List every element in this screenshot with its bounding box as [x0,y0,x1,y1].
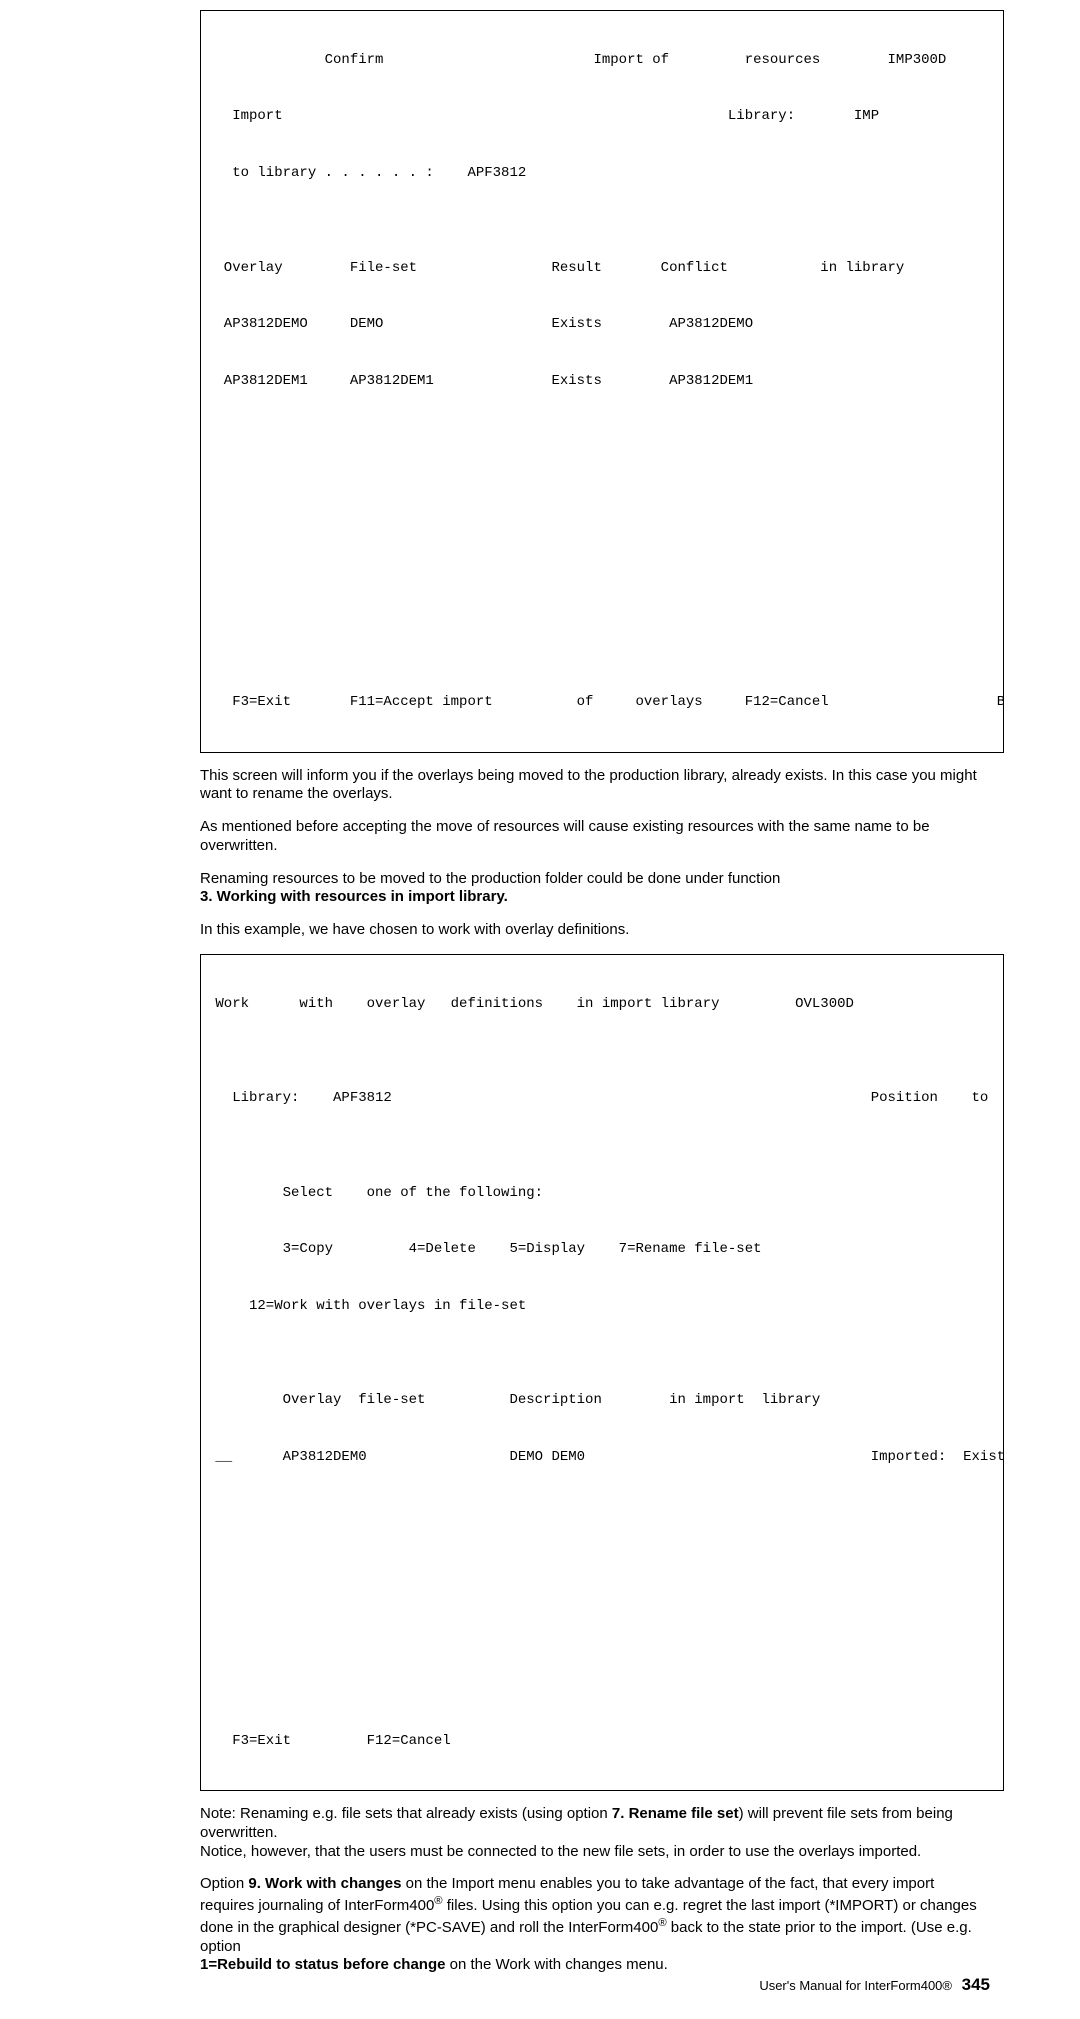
paragraph-notice-connect: Notice, however, that the users must be … [200,1843,990,1862]
terminal-line: to library . . . . . . : APF3812 [207,164,997,183]
paragraph-inform: This screen will inform you if the overl… [200,767,990,805]
terminal-line: AP3812DEMO DEMO Exists AP3812DEMO [207,315,997,334]
reg-mark-icon: ® [434,1895,442,1907]
terminal-line: Overlay File-set Result Conflict in libr… [207,259,997,278]
paragraph-option9: Option 9. Work with changes on the Impor… [200,1875,990,1975]
paragraph-note-rename: Note: Renaming e.g. file sets that alrea… [200,1805,990,1843]
note-text-a: Note: Renaming e.g. file sets that alrea… [200,1805,612,1822]
terminal-line: Work with overlay definitions in import … [207,995,997,1014]
terminal-line: F3=Exit F11=Accept import of overlays F1… [207,693,997,712]
terminal-line: Confirm Import of resources IMP300D [207,51,997,70]
terminal-line: __ AP3812DEM0 DEMO DEM0 Imported: Exists [207,1448,997,1467]
paragraph-rename-function: 3. Working with resources in import libr… [200,888,508,905]
opt9-f: 1=Rebuild to status before change [200,1956,445,1973]
terminal-screen-work-overlay: Work with overlay definitions in import … [200,954,1004,1791]
terminal-line: F3=Exit F12=Cancel [207,1732,997,1751]
footer-text: User's Manual for InterForm400® [759,1978,952,1993]
page-container: { "screen1": { "l1": " Confirm Import of… [0,0,1080,2019]
paragraph-overwrite-warning: As mentioned before accepting the move o… [200,818,990,856]
terminal-line: Import Library: IMP [207,107,997,126]
opt9-b: 9. Work with changes [248,1875,401,1892]
terminal-line: AP3812DEM1 AP3812DEM1 Exists AP3812DEM1 [207,372,997,391]
page-number: 345 [962,1975,990,1994]
note-option-7: 7. Rename file set [612,1805,739,1822]
terminal-line: 3=Copy 4=Delete 5=Display 7=Rename file-… [207,1240,997,1259]
reg-mark-icon: ® [658,1917,666,1929]
paragraph-rename-instruction: Renaming resources to be moved to the pr… [200,870,990,908]
terminal-line: Select one of the following: [207,1184,997,1203]
paragraph-example-intro: In this example, we have chosen to work … [200,921,990,940]
terminal-line: 12=Work with overlays in file-set [207,1297,997,1316]
opt9-g: on the Work with changes menu. [445,1956,667,1973]
terminal-line: Overlay file-set Description in import l… [207,1391,997,1410]
terminal-screen-confirm-import: Confirm Import of resources IMP300D Impo… [200,10,1004,753]
terminal-line: Library: APF3812 Position to [207,1089,997,1108]
opt9-a: Option [200,1875,248,1892]
page-footer: User's Manual for InterForm400® 345 [759,1975,990,1995]
paragraph-rename-text: Renaming resources to be moved to the pr… [200,870,780,887]
